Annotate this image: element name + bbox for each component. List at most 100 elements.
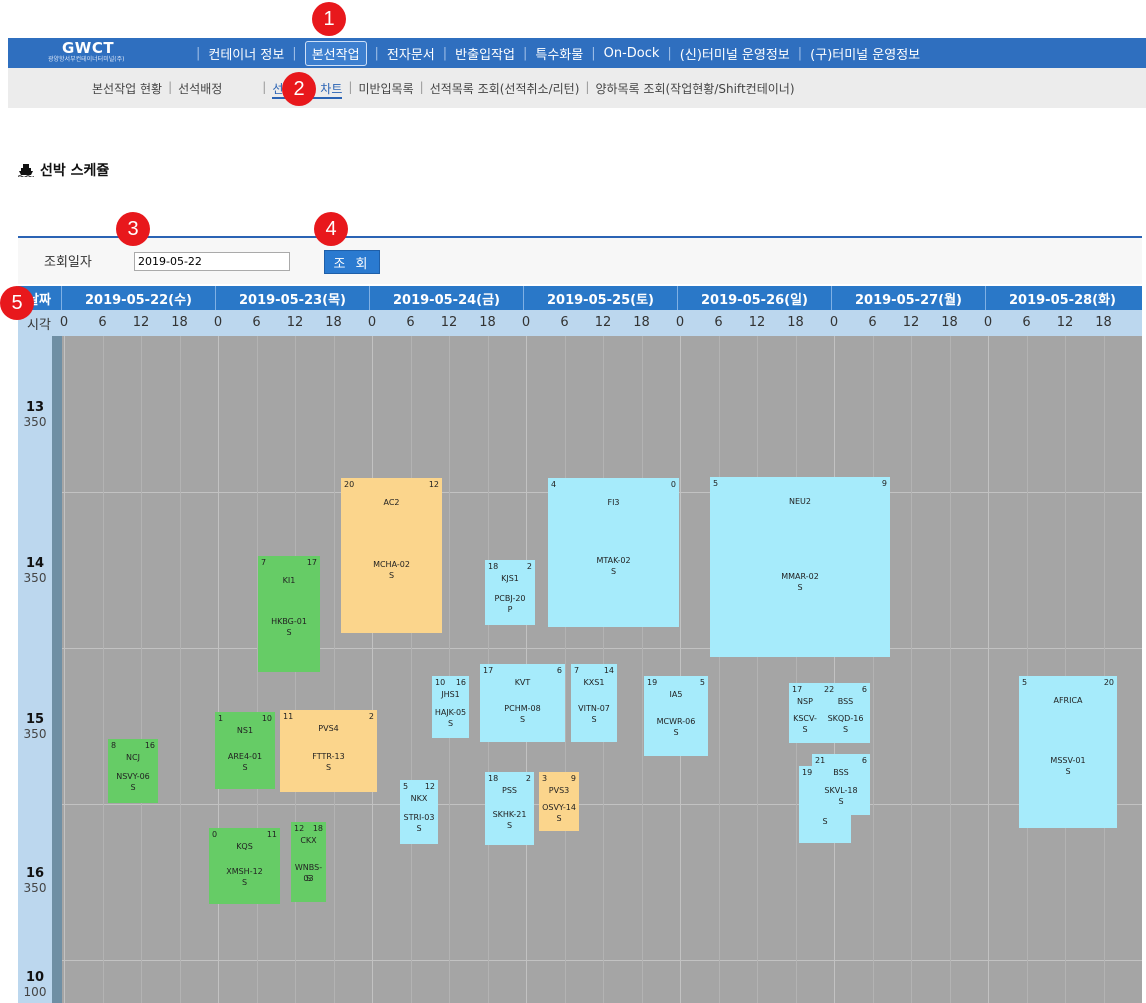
day-gridline bbox=[64, 336, 65, 1003]
date-header-row: 날짜 2019-05-22(수) 2019-05-23(목) 2019-05-24(… bbox=[18, 286, 1142, 310]
hour-tick-label: 0 bbox=[521, 315, 531, 330]
berth-ruler-strip bbox=[52, 336, 62, 1003]
callout-marker-2: 2 bbox=[282, 72, 316, 106]
vessel-block[interactable]: 20 12 AC2 MCHA-02 S bbox=[341, 478, 442, 633]
vessel-code: FI3 bbox=[607, 498, 620, 507]
hour-header-row: 시각 0 6 12 18 0 6 12 18 0 6 12 18 0 6 12 18 0 6 12 18 0 6 12 18 0… bbox=[18, 310, 1142, 336]
vessel-code: KI1 bbox=[282, 576, 296, 585]
vessel-end-hour: 2 bbox=[368, 712, 374, 721]
menu-special-cargo[interactable]: 특수화물 bbox=[535, 44, 583, 63]
menu-old-terminal-info[interactable]: (구)터미널 운영정보 bbox=[810, 44, 920, 63]
vessel-voyage: STRI-03 bbox=[403, 813, 435, 822]
query-date-input[interactable] bbox=[134, 252, 290, 271]
berth-length: 350 bbox=[23, 415, 47, 429]
berth-label: 10 100 bbox=[18, 970, 52, 999]
hour-tick-label: 12 bbox=[748, 315, 766, 330]
vessel-voyage: PCBJ-20 bbox=[494, 594, 526, 603]
vessel-code: JHS1 bbox=[441, 690, 460, 699]
menu-separator: | bbox=[292, 45, 297, 61]
vessel-block[interactable]: 12 18 CKX WNBS-03 S bbox=[291, 822, 326, 902]
menu-container-info[interactable]: 컨테이너 정보 bbox=[208, 44, 284, 63]
vessel-block[interactable]: 22 6 BSS SKQD-16 S bbox=[821, 683, 870, 743]
submenu-berth-assignment[interactable]: 선석배정 bbox=[178, 80, 222, 99]
logo-subtitle: 광양항서부컨테이너터미널(주) bbox=[48, 56, 125, 63]
day-gridline bbox=[372, 336, 373, 1003]
vessel-code: BSS bbox=[833, 768, 849, 777]
hour-tick-label: 12 bbox=[1056, 315, 1074, 330]
vessel-block[interactable]: 19 5 IA5 MCWR-06 S bbox=[644, 676, 708, 756]
submenu-loading-list[interactable]: 선적목록 조회(선적취소/리턴) bbox=[430, 80, 580, 99]
vessel-block[interactable]: 7 14 KXS1 VITN-07 S bbox=[571, 664, 617, 742]
day-gridline bbox=[988, 336, 989, 1003]
vessel-block[interactable]: 18 2 KJS1 PCBJ-20 P bbox=[485, 560, 535, 625]
vessel-code: KJS1 bbox=[501, 574, 519, 583]
berth-label: 13 350 bbox=[18, 400, 52, 429]
vessel-block[interactable]: 5 9 NEU2 MMAR-02 S bbox=[710, 477, 890, 657]
menu-vessel-operation[interactable]: 본선작업 bbox=[304, 40, 367, 66]
vessel-block[interactable]: 3 9 PVS3 OSVY-14 S bbox=[539, 772, 579, 831]
berth-label: 15 350 bbox=[18, 712, 52, 741]
submenu-not-delivered[interactable]: 미반입목록 bbox=[358, 80, 413, 99]
vessel-start-hour: 17 bbox=[483, 666, 494, 675]
vessel-voyage: OSVY-14 bbox=[542, 803, 576, 812]
berth-length: 350 bbox=[23, 881, 47, 895]
vessel-end-hour: 6 bbox=[861, 685, 867, 694]
vessel-block[interactable]: 17 6 KVT PCHM-08 S bbox=[480, 664, 565, 742]
vessel-block[interactable]: 10 16 JHS1 HAJK-05 S bbox=[432, 676, 469, 738]
vessel-block[interactable]: 7 17 KI1 HKBG-01 S bbox=[258, 556, 320, 672]
berth-number: 10 bbox=[25, 970, 45, 985]
vessel-side: P bbox=[507, 605, 513, 614]
berth-label: 14 350 bbox=[18, 556, 52, 585]
section-title: 선박 스케쥴 bbox=[18, 160, 109, 180]
vessel-start-hour: 5 bbox=[1022, 678, 1028, 687]
search-button[interactable]: 조 회 bbox=[324, 250, 380, 274]
vessel-block[interactable]: 1 10 NS1 ARE4-01 S bbox=[215, 712, 275, 789]
vessel-end-hour: 18 bbox=[312, 824, 323, 833]
vessel-block[interactable]: 11 2 PVS4 FTTR-13 S bbox=[280, 710, 377, 792]
top-nav-bar: GWCT 광양항서부컨테이너터미널(주) | 컨테이너 정보 | 본선작업 | … bbox=[8, 38, 1146, 68]
vessel-voyage: SKQD-16 bbox=[827, 714, 864, 723]
hour-gridline bbox=[179, 336, 181, 1003]
vessel-code: PSS bbox=[502, 786, 517, 795]
vessel-start-hour: 7 bbox=[574, 666, 580, 675]
vessel-end-hour: 5 bbox=[699, 678, 705, 687]
menu-edi[interactable]: 전자문서 bbox=[387, 44, 435, 63]
submenu-discharge-list[interactable]: 양하목록 조회(작업현황/Shift컨테이너) bbox=[595, 80, 794, 99]
menu-on-dock[interactable]: On-Dock bbox=[604, 46, 660, 61]
vessel-voyage: HAJK-05 bbox=[434, 708, 467, 717]
vessel-end-hour: 9 bbox=[881, 479, 887, 488]
menu-new-terminal-info[interactable]: (신)터미널 운영정보 bbox=[680, 44, 790, 63]
submenu-separator: | bbox=[348, 80, 353, 94]
vessel-voyage: NSVY-06 bbox=[116, 772, 150, 781]
vessel-block[interactable]: 21 6 BSS SKVL-18 S bbox=[812, 754, 870, 815]
day-header-cell: 2019-05-23(목) bbox=[215, 286, 369, 310]
menu-gate-operation[interactable]: 반출입작업 bbox=[455, 44, 515, 63]
vessel-block[interactable]: 5 12 NKX STRI-03 S bbox=[400, 780, 438, 844]
berth-length: 350 bbox=[23, 727, 47, 741]
hour-tick-label: 18 bbox=[171, 315, 188, 330]
sub-menu: 본선작업 현황 | 선석배정 | 선석배정 차트 | 미반입목록 | 선적목록 … bbox=[92, 80, 795, 99]
vessel-voyage: KSCV- bbox=[793, 714, 817, 723]
vessel-block[interactable]: 18 2 PSS SKHK-21 S bbox=[485, 772, 534, 845]
vessel-end-hour: 10 bbox=[261, 714, 272, 723]
vessel-end-hour: 12 bbox=[428, 480, 439, 489]
hour-gridline bbox=[949, 336, 951, 1003]
gwct-logo[interactable]: GWCT 광양항서부컨테이너터미널(주) bbox=[48, 40, 124, 64]
vessel-voyage: PCHM-08 bbox=[504, 704, 541, 713]
vessel-start-hour: 17 bbox=[792, 685, 803, 694]
vessel-block[interactable]: 0 11 KQS XMSH-12 S bbox=[209, 828, 280, 904]
submenu-vessel-status[interactable]: 본선작업 현황 bbox=[92, 80, 162, 99]
vessel-block[interactable]: 8 16 NCJ NSVY-06 S bbox=[108, 739, 158, 803]
hour-gridline bbox=[795, 336, 797, 1003]
callout-marker-5: 5 bbox=[0, 286, 34, 320]
vessel-code: NEU2 bbox=[789, 497, 811, 506]
ship-icon bbox=[18, 164, 34, 177]
vessel-start-hour: 1 bbox=[218, 714, 224, 723]
vessel-block[interactable]: 17 NSP KSCV- S bbox=[789, 683, 821, 743]
vessel-block[interactable]: 5 20 AFRICA MSSV-01 S bbox=[1019, 676, 1117, 828]
hour-tick-label: 0 bbox=[675, 315, 685, 330]
vessel-side: S bbox=[416, 824, 422, 833]
vessel-end-hour: 17 bbox=[306, 558, 317, 567]
vessel-block[interactable]: 4 0 FI3 MTAK-02 S bbox=[548, 478, 679, 627]
vessel-side: S bbox=[506, 821, 513, 830]
